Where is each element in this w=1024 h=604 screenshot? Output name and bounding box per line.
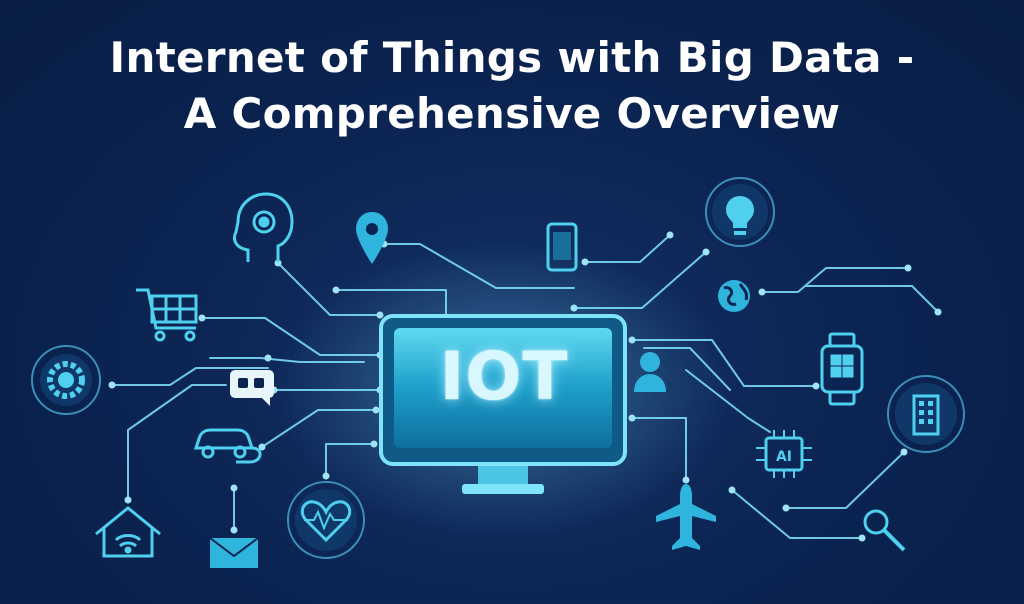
heart-pulse-icon <box>287 481 365 559</box>
lightbulb-icon <box>705 177 775 247</box>
globe-icon <box>718 280 750 312</box>
gear-icon <box>31 345 101 415</box>
building-icon <box>887 375 965 453</box>
smartwatch-icon <box>820 332 864 406</box>
head-gear-icon <box>233 192 294 262</box>
magnifier-icon <box>863 509 906 552</box>
iot-network-diagram: AI <box>31 177 965 568</box>
mail-icon <box>209 537 259 568</box>
shopping-cart-icon <box>136 288 198 342</box>
chip-label: AI <box>776 449 792 465</box>
home-wifi-icon <box>95 506 161 558</box>
ai-chip-icon: AI <box>756 430 812 478</box>
chat-bubble-icon <box>230 370 274 406</box>
background: Internet of Things with Big Data - A Com… <box>0 0 1024 604</box>
electric-car-icon <box>193 428 262 464</box>
location-pin-icon <box>356 212 388 264</box>
iot-label: IOT <box>439 338 569 415</box>
